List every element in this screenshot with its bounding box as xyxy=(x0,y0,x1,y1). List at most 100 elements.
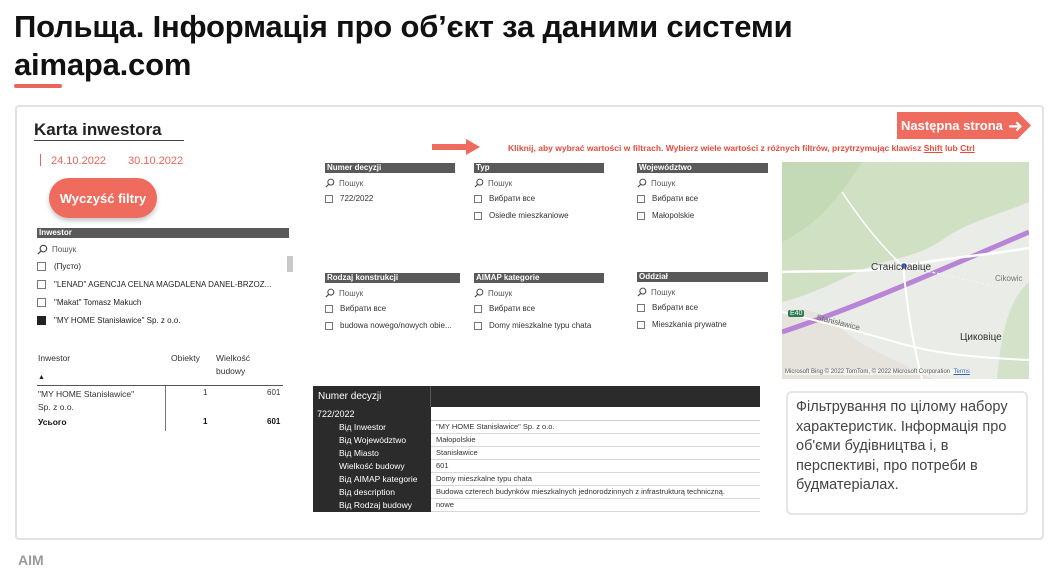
slicer-numer-decyzji: Numer decyzji Пошук 722/2022 xyxy=(325,163,455,207)
details-row-label: Від AIMAP kategorie xyxy=(313,473,431,486)
slicer-search[interactable]: Пошук xyxy=(474,286,604,300)
date-range[interactable]: 24.10.2022 30.10.2022 xyxy=(40,154,183,167)
filter-hint: Kliknij, aby wybrać wartości w filtrach.… xyxy=(508,143,975,153)
slicer-search[interactable]: Пошук xyxy=(325,286,460,300)
search-icon xyxy=(325,178,335,188)
slicer-option[interactable]: Małopolskie xyxy=(637,207,768,224)
search-icon xyxy=(37,244,48,255)
slicer-search[interactable]: Пошук xyxy=(637,285,768,299)
checkbox[interactable] xyxy=(325,321,333,330)
details-row-value: Domy mieszkalne typu chata xyxy=(431,473,760,486)
slicer-search[interactable]: Пошук xyxy=(325,176,455,190)
investor-option[interactable]: "LENAD" AGENCJA CELNA MAGDALENA DANEL-BR… xyxy=(37,275,289,293)
checkbox[interactable] xyxy=(474,321,482,330)
checkbox[interactable] xyxy=(325,194,333,203)
checkbox[interactable] xyxy=(37,279,46,289)
slicer-search[interactable]: Пошук xyxy=(474,176,604,190)
map-terms-link[interactable]: Terms xyxy=(953,369,969,375)
slicer-header: Rodzaj konstrukcji xyxy=(325,273,460,283)
checkbox[interactable] xyxy=(37,297,46,307)
slicer-search[interactable]: Пошук xyxy=(637,176,768,190)
search-icon xyxy=(637,178,647,188)
search-icon xyxy=(474,178,484,188)
map-label-tsykovytse: Циковіце xyxy=(960,332,1002,343)
checkbox-checked[interactable] xyxy=(37,315,46,325)
investor-option[interactable]: "Makat" Tomasz Makuch xyxy=(37,293,289,311)
clear-filters-button[interactable]: Wyczyść filtry xyxy=(49,178,157,218)
investor-search[interactable]: Пошук xyxy=(37,241,289,257)
investor-search-placeholder: Пошук xyxy=(52,244,77,254)
slicer-typ: Typ Пошук Вибрати все Osiedle mieszkanio… xyxy=(474,163,604,224)
details-row-label: Від Rodzaj budowy xyxy=(313,499,431,512)
table-cell-size: 601 xyxy=(267,388,281,397)
checkbox[interactable] xyxy=(637,303,645,312)
slide-title: Польща. Інформація про об’єкт за даними … xyxy=(14,8,793,84)
slide-title-line-1: Польща. Інформація про об’єкт за даними … xyxy=(14,9,793,44)
details-row-label: Wielkość budowy xyxy=(313,460,431,473)
checkbox[interactable] xyxy=(637,194,645,203)
column-header-objects[interactable]: Obiekty xyxy=(171,353,200,363)
slicer-aimap-kategorie: AIMAP kategorie Пошук Вибрати все Domy m… xyxy=(474,273,604,334)
slicer-option[interactable]: Вибрати все xyxy=(474,190,604,207)
report-title-underline xyxy=(34,140,184,141)
investor-option-selected[interactable]: "MY HOME Stanisławice" Sp. z o.o. xyxy=(37,311,289,329)
details-decision-value-cell xyxy=(431,407,760,421)
investor-slicer-header: Inwestor xyxy=(37,228,289,238)
column-header-size[interactable]: Wielkość xyxy=(216,353,250,363)
map-view[interactable]: Станіславіце Cikowic Stanisławice Цикові… xyxy=(782,162,1029,379)
details-row-label: Від Inwestor xyxy=(313,421,431,434)
investor-option[interactable]: (Пусто) xyxy=(37,257,289,275)
slicer-rodzaj-konstrukcji: Rodzaj konstrukcji Пошук Вибрати все bud… xyxy=(325,273,460,334)
details-row-value: nowe xyxy=(431,499,760,512)
search-icon xyxy=(474,288,484,298)
date-range-divider xyxy=(40,154,41,166)
slicer-option[interactable]: Вибрати все xyxy=(325,300,460,317)
title-underline xyxy=(14,84,62,88)
slicer-option[interactable]: budowa nowego/nowych obie... xyxy=(325,317,460,334)
search-icon xyxy=(325,288,335,298)
slicer-option[interactable]: Domy mieszkalne typu chata xyxy=(474,317,604,334)
details-row-value: Małopolskie xyxy=(431,434,760,447)
details-decision-row[interactable]: 722/2022 xyxy=(313,407,431,421)
details-row-label: Від Miasto xyxy=(313,447,431,460)
arrow-right-icon: ➜ xyxy=(1007,115,1023,136)
slicer-header: Oddział xyxy=(637,272,768,282)
clear-filters-label: Wyczyść filtry xyxy=(59,190,147,206)
slicer-option[interactable]: Вибрати все xyxy=(474,300,604,317)
next-page-button[interactable]: Następna strona ➜ xyxy=(897,112,1031,139)
checkbox[interactable] xyxy=(637,320,645,329)
date-from[interactable]: 24.10.2022 xyxy=(51,155,106,167)
details-row-value: "MY HOME Stanisławice" Sp. z o.o. xyxy=(431,421,760,434)
details-header-divider xyxy=(430,386,431,407)
footer-brand: AIM xyxy=(18,552,44,568)
checkbox[interactable] xyxy=(474,304,482,313)
slicer-option[interactable]: Osiedle mieszkaniowe xyxy=(474,207,604,224)
details-header-label: Numer decyzji xyxy=(318,391,382,402)
slicer-oddzial: Oddział Пошук Вибрати все Mieszkania pry… xyxy=(637,272,768,333)
details-row-value: Stanisławice xyxy=(431,447,760,460)
table-cell-investor: "MY HOME Stanisławice" xyxy=(38,389,135,399)
checkbox[interactable] xyxy=(637,211,645,220)
slicer-option[interactable]: Вибрати все xyxy=(637,190,768,207)
table-column-divider xyxy=(165,386,166,431)
details-row-value: 601 xyxy=(431,460,760,473)
slicer-wojewodztwo: Województwo Пошук Вибрати все Małopolski… xyxy=(637,163,768,224)
checkbox[interactable] xyxy=(37,261,46,271)
slicer-option[interactable]: Вибрати все xyxy=(637,299,768,316)
table-total-size: 601 xyxy=(267,417,281,426)
table-cell-investor-cont: Sp. z o.o. xyxy=(38,402,74,412)
column-header-size-2: budowy xyxy=(216,366,246,376)
table-cell-objects: 1 xyxy=(203,388,208,397)
checkbox[interactable] xyxy=(474,211,482,220)
investor-slicer-scrollbar[interactable] xyxy=(287,256,293,272)
checkbox[interactable] xyxy=(474,194,482,203)
date-to[interactable]: 30.10.2022 xyxy=(128,155,183,167)
map-road-badge: E40 xyxy=(788,310,805,317)
slicer-option[interactable]: 722/2022 xyxy=(325,190,455,207)
checkbox[interactable] xyxy=(325,304,333,313)
table-total-label: Усього xyxy=(38,417,67,427)
sort-ascending-icon[interactable]: ▲ xyxy=(38,374,45,381)
hint-arrow-icon xyxy=(432,139,480,155)
column-header-investor[interactable]: Inwestor xyxy=(38,353,70,363)
slicer-option[interactable]: Mieszkania prywatne xyxy=(637,316,768,333)
